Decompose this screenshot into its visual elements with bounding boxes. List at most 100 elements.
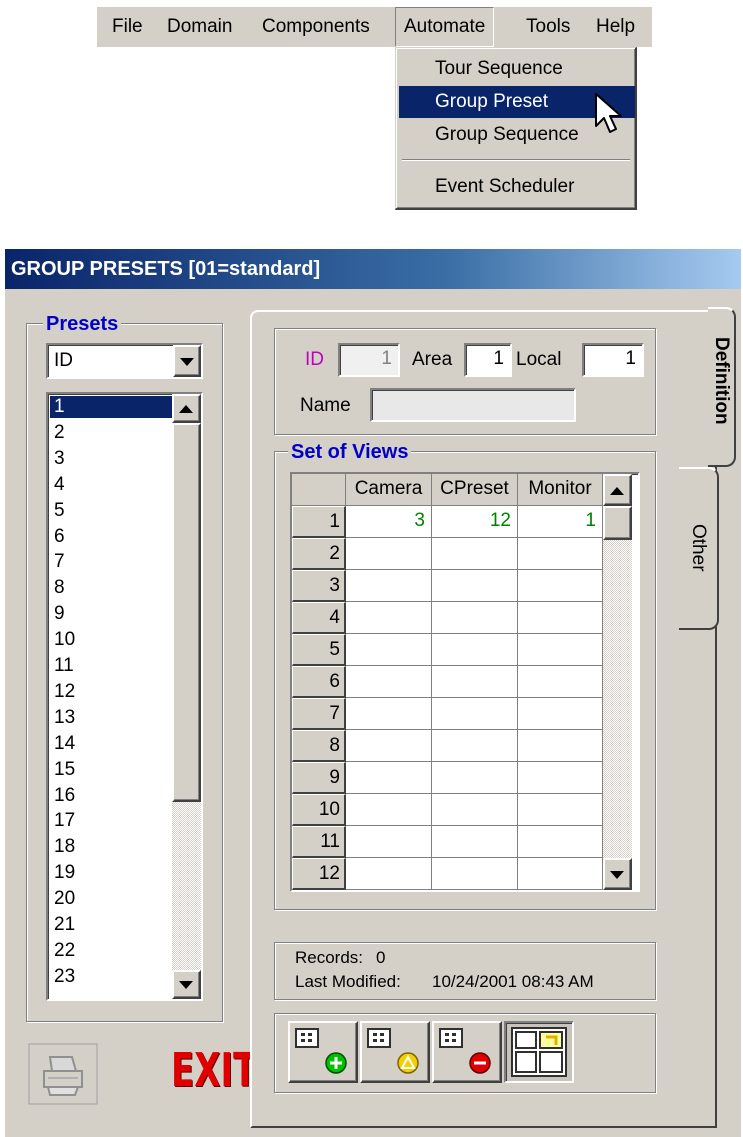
menu-components[interactable]: Components [262, 7, 370, 47]
grid-row-header[interactable]: 10 [292, 794, 346, 826]
print-button[interactable] [28, 1043, 98, 1105]
grid-corner[interactable] [292, 474, 346, 506]
grid-row-header[interactable]: 4 [292, 602, 346, 634]
grid-cell[interactable] [432, 570, 518, 602]
layout-view-button[interactable] [504, 1021, 574, 1083]
preset-list-item[interactable]: 3 [50, 448, 172, 470]
grid-cell[interactable] [518, 570, 603, 602]
views-grid[interactable]: Camera CPreset Monitor 1 3 12 1 2 3 4 5 6 7 8 9 10 11 12 [290, 472, 640, 892]
grid-row-header[interactable]: 12 [292, 858, 346, 890]
grid-row-header[interactable]: 11 [292, 826, 346, 858]
preset-list-item[interactable]: 5 [50, 500, 172, 522]
grid-cell[interactable] [346, 730, 432, 762]
grid-cell[interactable] [346, 570, 432, 602]
preset-list-item[interactable]: 17 [50, 810, 172, 832]
preset-list-item[interactable]: 14 [50, 733, 172, 755]
grid-column-header[interactable]: CPreset [432, 474, 518, 506]
preset-list-item[interactable]: 13 [50, 707, 172, 729]
grid-cell[interactable] [432, 602, 518, 634]
preset-list-item[interactable]: 6 [50, 526, 172, 548]
grid-cell[interactable] [518, 826, 603, 858]
edit-record-button[interactable] [360, 1021, 430, 1083]
scrollbar-thumb[interactable] [603, 506, 632, 540]
grid-cell[interactable] [518, 858, 603, 890]
grid-cell[interactable]: 1 [518, 506, 603, 538]
presets-scrollbar[interactable] [172, 394, 201, 999]
name-field[interactable] [370, 388, 576, 422]
grid-row-header[interactable]: 8 [292, 730, 346, 762]
preset-list-item[interactable]: 7 [50, 551, 172, 573]
scroll-up-icon[interactable] [172, 394, 201, 423]
grid-cell[interactable] [518, 602, 603, 634]
menu-tools[interactable]: Tools [526, 7, 570, 47]
menu-item-tour-sequence[interactable]: Tour Sequence [399, 53, 635, 85]
scrollbar-thumb[interactable] [172, 423, 201, 802]
grid-cell[interactable] [518, 730, 603, 762]
preset-list-item[interactable]: 2 [50, 422, 172, 444]
grid-cell[interactable] [432, 698, 518, 730]
grid-cell[interactable] [432, 858, 518, 890]
grid-row-header[interactable]: 1 [292, 506, 346, 538]
grid-row-header[interactable]: 2 [292, 538, 346, 570]
grid-cell[interactable] [346, 538, 432, 570]
grid-cell[interactable] [432, 794, 518, 826]
grid-row-header[interactable]: 9 [292, 762, 346, 794]
preset-list-item[interactable]: 12 [50, 681, 172, 703]
area-field[interactable]: 1 [464, 343, 512, 377]
grid-cell[interactable] [432, 826, 518, 858]
grid-cell[interactable]: 12 [432, 506, 518, 538]
preset-list-item[interactable]: 18 [50, 836, 172, 858]
add-record-button[interactable] [288, 1021, 358, 1083]
grid-cell[interactable] [346, 762, 432, 794]
grid-cell[interactable] [346, 858, 432, 890]
grid-cell[interactable] [432, 538, 518, 570]
menu-help[interactable]: Help [596, 7, 635, 47]
menu-file[interactable]: File [112, 7, 143, 47]
id-field[interactable]: 1 [338, 343, 400, 377]
preset-list-item[interactable]: 21 [50, 914, 172, 936]
local-field[interactable]: 1 [582, 343, 644, 377]
grid-cell[interactable] [518, 762, 603, 794]
menu-domain[interactable]: Domain [167, 7, 232, 47]
grid-row-header[interactable]: 6 [292, 666, 346, 698]
grid-cell[interactable] [432, 634, 518, 666]
menu-item-event-scheduler[interactable]: Event Scheduler [399, 171, 635, 203]
preset-list-item[interactable]: 1 [50, 396, 172, 418]
grid-cell[interactable] [432, 730, 518, 762]
preset-list-item[interactable]: 19 [50, 862, 172, 884]
preset-list-item[interactable]: 16 [50, 785, 172, 807]
grid-row-header[interactable]: 7 [292, 698, 346, 730]
scroll-down-icon[interactable] [603, 858, 632, 890]
preset-list-item[interactable]: 15 [50, 759, 172, 781]
scroll-up-icon[interactable] [603, 474, 632, 506]
grid-cell[interactable] [346, 634, 432, 666]
scroll-down-icon[interactable] [172, 970, 201, 999]
presets-sort-select[interactable]: ID [46, 343, 203, 379]
grid-cell[interactable] [346, 602, 432, 634]
preset-list-item[interactable]: 22 [50, 940, 172, 962]
views-scrollbar[interactable] [603, 474, 632, 890]
grid-cell[interactable] [432, 762, 518, 794]
grid-column-header[interactable]: Monitor [518, 474, 603, 506]
chevron-down-icon[interactable] [173, 345, 201, 377]
exit-button[interactable]: EXIT [171, 1043, 256, 1105]
grid-cell[interactable] [518, 794, 603, 826]
preset-list-item[interactable]: 11 [50, 655, 172, 677]
delete-record-button[interactable] [432, 1021, 502, 1083]
grid-cell[interactable] [518, 698, 603, 730]
grid-cell[interactable] [346, 794, 432, 826]
menu-automate[interactable]: Automate [395, 7, 495, 47]
presets-list[interactable]: 1 2 3 4 5 6 7 8 9 10 11 12 13 14 15 16 17 18 19 20 21 22 23 [46, 392, 203, 1001]
grid-cell[interactable] [518, 634, 603, 666]
grid-cell[interactable] [346, 666, 432, 698]
preset-list-item[interactable]: 10 [50, 629, 172, 651]
grid-cell[interactable] [346, 826, 432, 858]
grid-row-header[interactable]: 5 [292, 634, 346, 666]
preset-list-item[interactable]: 20 [50, 888, 172, 910]
grid-cell[interactable] [518, 538, 603, 570]
tab-other[interactable]: Other [679, 467, 719, 630]
preset-list-item[interactable]: 23 [50, 966, 172, 988]
grid-cell[interactable] [518, 666, 603, 698]
grid-column-header[interactable]: Camera [346, 474, 432, 506]
preset-list-item[interactable]: 8 [50, 577, 172, 599]
